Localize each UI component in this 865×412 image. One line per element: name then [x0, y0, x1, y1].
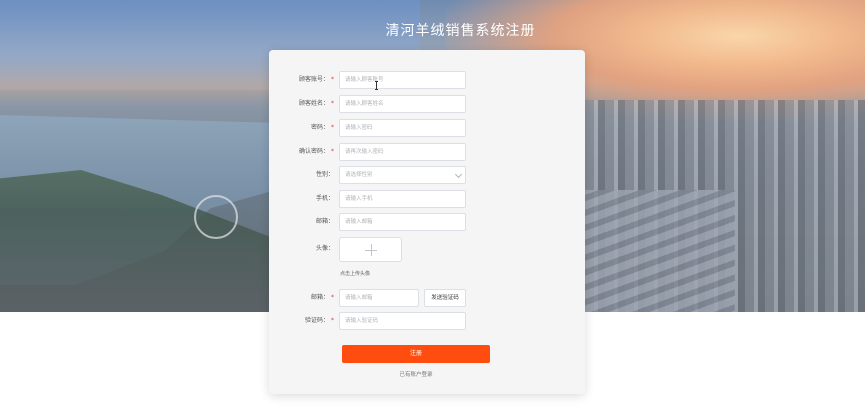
field-avatar-label-row: 头像：: [269, 240, 585, 258]
name-label: 顾客姓名： *: [298, 100, 334, 107]
ferris-wheel: [194, 195, 238, 239]
chevron-down-icon: [454, 170, 463, 179]
email-label: 邮箱：: [315, 218, 334, 225]
gender-select[interactable]: 请选择性别: [339, 166, 466, 184]
register-button[interactable]: 注册: [342, 345, 490, 363]
confirm-password-label: 确认密码： *: [298, 148, 334, 155]
required-mark: *: [331, 294, 334, 301]
field-gender: 性别： 请选择性别: [269, 166, 585, 184]
confirm-password-input[interactable]: 请再次输入密码: [339, 143, 466, 161]
gender-label: 性别：: [315, 171, 334, 178]
field-email-verify: 邮箱： * 请输入邮箱 发送验证码: [269, 289, 585, 307]
send-code-button[interactable]: 发送验证码: [424, 289, 466, 307]
code-input[interactable]: 请输入验证码: [339, 312, 466, 330]
field-name: 顾客姓名： * 请输入顾客姓名: [269, 95, 585, 113]
phone-input[interactable]: 请输入手机: [339, 190, 466, 208]
verify-email-label: 邮箱： *: [310, 294, 334, 301]
text-cursor-icon: [375, 81, 379, 90]
field-confirm-password: 确认密码： * 请再次输入密码: [269, 143, 585, 161]
account-input[interactable]: 请输入顾客账号: [339, 71, 466, 89]
name-input[interactable]: 请输入顾客姓名: [339, 95, 466, 113]
required-mark: *: [331, 76, 334, 83]
field-email: 邮箱： 请输入邮箱: [269, 213, 585, 231]
required-mark: *: [331, 317, 334, 324]
field-phone: 手机： 请输入手机: [269, 190, 585, 208]
gender-placeholder: 请选择性别: [345, 172, 373, 178]
field-code: 验证码： * 请输入验证码: [269, 312, 585, 330]
code-label: 验证码： *: [304, 317, 334, 324]
required-mark: *: [331, 148, 334, 155]
email-input[interactable]: 请输入邮箱: [339, 213, 466, 231]
account-label: 顾客账号： *: [298, 76, 334, 83]
password-label: 密码： *: [310, 124, 334, 131]
avatar-upload[interactable]: [339, 237, 402, 262]
page-title: 清河羊绒销售系统注册: [385, 23, 536, 39]
verify-email-input[interactable]: 请输入邮箱: [339, 289, 419, 307]
register-card: 顾客账号： * 请输入顾客账号 顾客姓名： * 请输入顾客姓名 密码： * 请输入密码…: [269, 50, 585, 394]
field-password: 密码： * 请输入密码: [269, 119, 585, 137]
password-input[interactable]: 请输入密码: [339, 119, 466, 137]
login-link[interactable]: 已有账户登录: [342, 370, 490, 378]
required-mark: *: [331, 100, 334, 107]
field-account: 顾客账号： * 请输入顾客账号: [269, 71, 585, 89]
avatar-label: 头像：: [315, 245, 334, 252]
background-stadium: [575, 190, 735, 312]
phone-label: 手机：: [315, 195, 334, 202]
required-mark: *: [331, 124, 334, 131]
plus-icon-vertical: [371, 244, 372, 256]
avatar-hint: 点击上传头像: [340, 271, 371, 277]
